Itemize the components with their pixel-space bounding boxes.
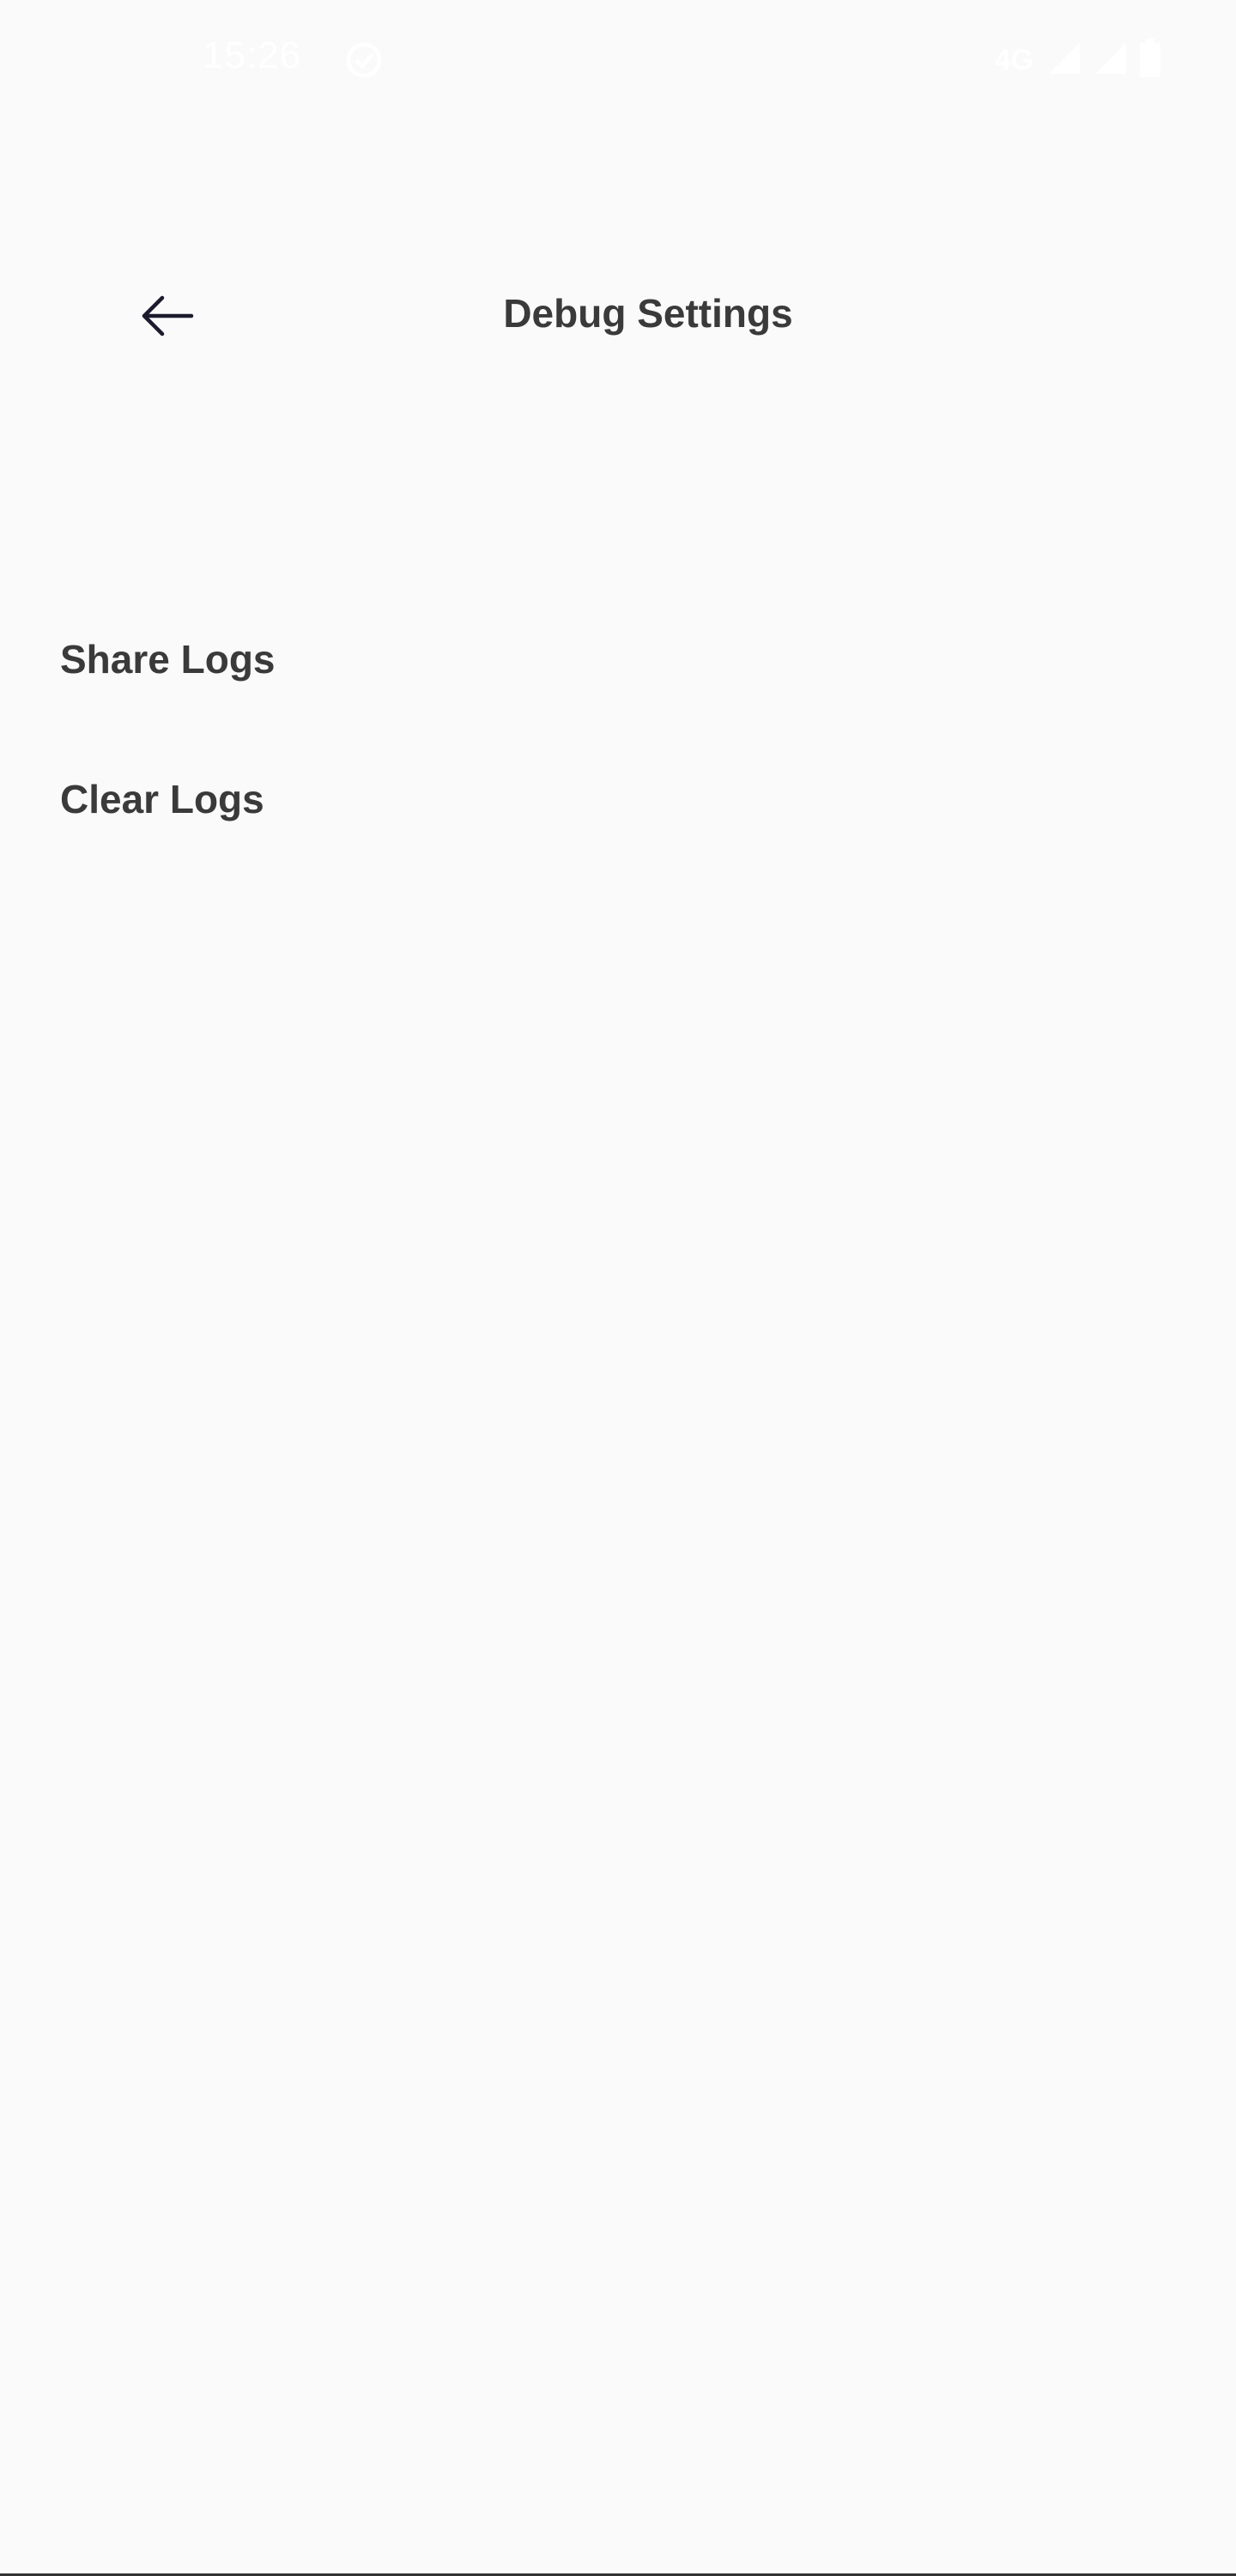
cell-signal-icon xyxy=(1045,39,1083,82)
clear-logs-item[interactable]: Clear Logs xyxy=(0,741,1236,881)
debug-options-list: Share Logs Clear Logs xyxy=(0,601,1236,881)
battery-icon xyxy=(1138,38,1162,83)
status-indicators: 4G xyxy=(995,38,1162,82)
network-type-label: 4G xyxy=(994,43,1033,76)
app-header: Debug Settings xyxy=(0,258,1236,378)
status-time: 15:26 xyxy=(203,34,302,76)
cell-signal-icon-2 xyxy=(1092,39,1130,82)
page-title: Debug Settings xyxy=(503,291,793,336)
sync-check-icon xyxy=(343,39,385,81)
status-bar: 15:26 4G xyxy=(0,0,1236,120)
share-logs-item[interactable]: Share Logs xyxy=(0,601,1236,741)
